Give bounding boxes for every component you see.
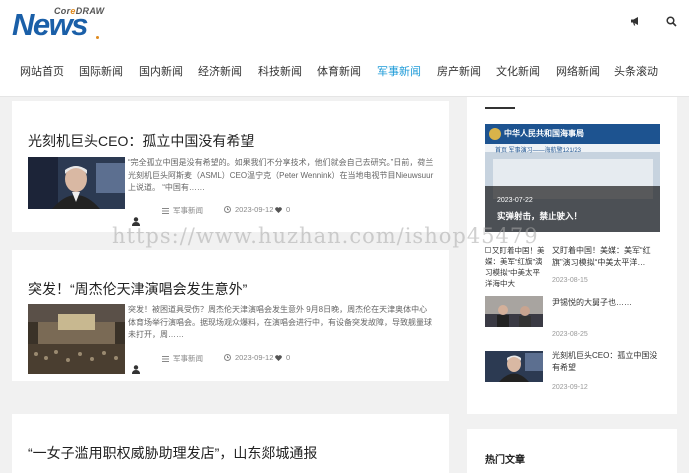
article-category[interactable]: 军事新闻 (162, 353, 203, 364)
article-likes[interactable]: 0 (275, 205, 290, 214)
sidebar-item-thumbnail[interactable] (485, 296, 543, 327)
section-divider (485, 107, 515, 109)
article-title[interactable]: “一女子滥用职权威胁助理发店”，山东郯城通报 (28, 443, 317, 463)
nav-item-domestic[interactable]: 国内新闻 (139, 62, 183, 82)
clock-icon (224, 354, 231, 361)
banner-header-text: 中华人民共和国海事局 (504, 129, 584, 138)
article-title[interactable]: 突发！“周杰伦天津演唱会发生意外” (28, 279, 247, 299)
category-icon (162, 207, 169, 214)
hot-articles-widget: 热门文章 (467, 429, 677, 473)
search-icon[interactable] (664, 14, 678, 28)
site-logo[interactable]: CoreDRAW News (12, 6, 104, 42)
article-card: 突发！“周杰伦天津演唱会发生意外” 突发！被困道具受伤？周杰伦天津演唱会发生意外… (12, 250, 449, 381)
article-date: 2023-09-12 (224, 353, 273, 362)
nav-item-sports[interactable]: 体育新闻 (317, 62, 361, 82)
sidebar-item-title[interactable]: 光刻机巨头CEO：孤立中国没有希望 (552, 350, 662, 374)
nav-item-headlines[interactable]: 头条滚动 (614, 62, 658, 82)
nav-item-international[interactable]: 国际新闻 (79, 62, 123, 82)
article-category[interactable]: 军事新闻 (162, 205, 203, 216)
nav-item-military[interactable]: 军事新闻 (377, 62, 421, 82)
article-card: 光刻机巨头CEO：孤立中国没有希望 “完全孤立中国是没有希望的。如果我们不分享技… (12, 101, 449, 232)
article-card: “一女子滥用职权威胁助理发店”，山东郯城通报 (12, 414, 449, 473)
nav-item-culture[interactable]: 文化新闻 (496, 62, 540, 82)
main-nav: 网站首页 国际新闻 国内新闻 经济新闻 科技新闻 体育新闻 军事新闻 房产新闻 … (0, 62, 689, 82)
broken-image-icon (485, 247, 491, 253)
sidebar-item-date: 2023-09-12 (552, 384, 588, 391)
article-likes[interactable]: 0 (275, 353, 290, 362)
banner-date: 2023-07-22 (497, 197, 533, 204)
sidebar-item-title[interactable]: 尹锡悦的大舅子也…… (552, 297, 662, 309)
banner-title: 实弹射击，禁止驶入！ (497, 211, 583, 221)
megaphone-icon[interactable] (628, 14, 642, 28)
broken-image[interactable]: 又盯着中国！美媒：美军“红旗”演习模拟“中美太平洋海中大 (485, 245, 545, 289)
logo-wordmark: News (12, 7, 88, 42)
nav-item-internet[interactable]: 网络新闻 (556, 62, 600, 82)
article-title[interactable]: 光刻机巨头CEO：孤立中国没有希望 (28, 131, 254, 151)
article-date: 2023-09-12 (224, 205, 273, 214)
heart-icon (275, 354, 282, 361)
nav-item-realestate[interactable]: 房产新闻 (437, 62, 481, 82)
nav-item-tech[interactable]: 科技新闻 (258, 62, 302, 82)
sidebar-item-date: 2023-08-15 (552, 277, 588, 284)
article-thumbnail[interactable] (28, 157, 125, 209)
sidebar-item-date: 2023-08-25 (552, 331, 588, 338)
category-icon (162, 355, 169, 362)
nav-item-economy[interactable]: 经济新闻 (198, 62, 242, 82)
sidebar-item-title[interactable]: 又盯着中国！美媒：美军“红旗”演习模拟“中美太平洋… (552, 245, 662, 269)
nav-item-home[interactable]: 网站首页 (20, 62, 64, 82)
sidebar-item-thumbnail[interactable] (485, 351, 543, 382)
article-thumbnail[interactable] (28, 304, 125, 374)
banner-sub-text: 首页 军事演习——海航警121/23 (495, 148, 582, 154)
hot-articles-title: 热门文章 (485, 455, 525, 466)
user-icon (132, 361, 140, 374)
heart-icon (275, 206, 282, 213)
article-excerpt: 突发！被困道具受伤？周杰伦天津演唱会发生意外 9月8日晚，周杰伦在天津奥体中心体… (128, 305, 432, 339)
clock-icon (224, 206, 231, 213)
article-excerpt: “完全孤立中国是没有希望的。如果我们不分享技术，他们就会自己去研究。”日前，荷兰… (128, 158, 434, 192)
site-header: CoreDRAW News 网站首页 国际新闻 国内新闻 经济新闻 科技新闻 体… (0, 0, 689, 97)
user-icon (132, 213, 140, 226)
sidebar-widget: 中华人民共和国海事局 首页 军事演习——海航警121/23 2023-07-22… (467, 97, 677, 414)
featured-banner[interactable]: 中华人民共和国海事局 首页 军事演习——海航警121/23 2023-07-22… (485, 124, 660, 232)
logo-dot (96, 36, 99, 39)
